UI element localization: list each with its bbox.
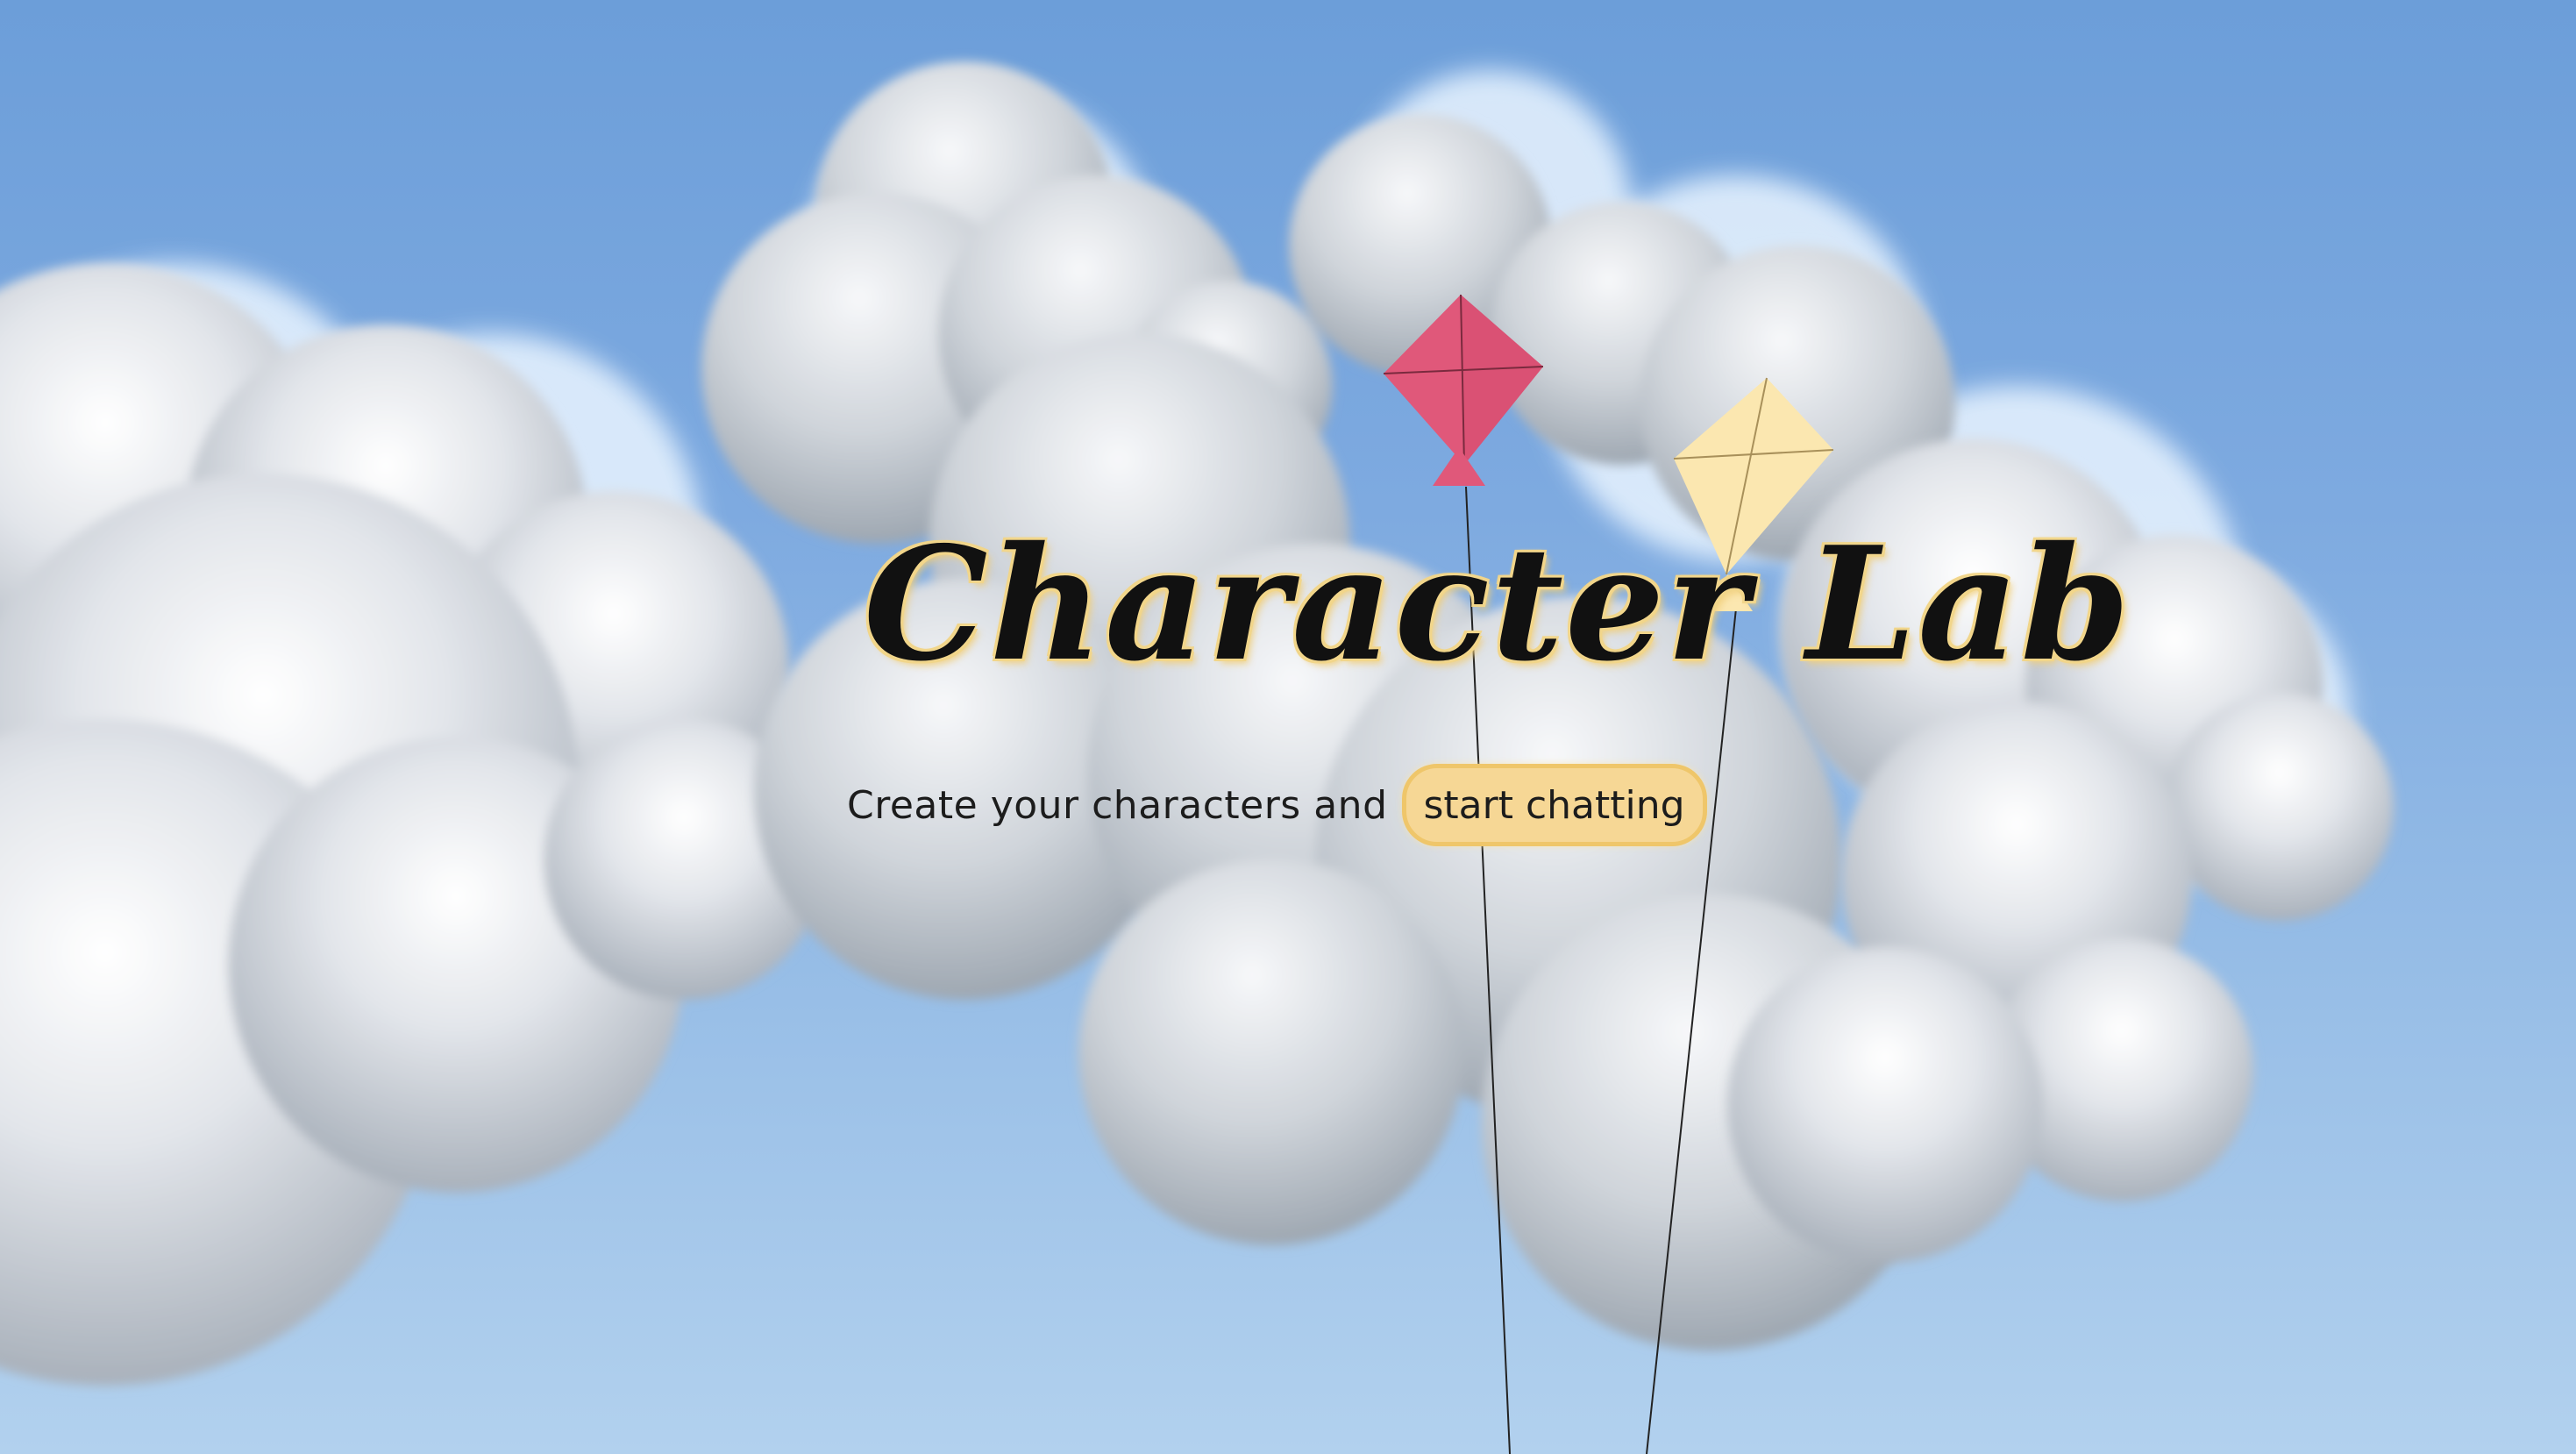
page-title: Character Lab: [864, 512, 2132, 695]
cloud-left: [0, 263, 824, 1386]
kite-pink-icon: [1383, 294, 1544, 486]
subtitle-row: Create your characters and start chattin…: [847, 764, 1707, 846]
start-chatting-button[interactable]: start chatting: [1401, 764, 1707, 846]
subtitle-text: Create your characters and: [847, 782, 1388, 828]
sky-background: Character Lab Create your characters and…: [0, 0, 2576, 1454]
clouds-layer: [0, 61, 2394, 1454]
